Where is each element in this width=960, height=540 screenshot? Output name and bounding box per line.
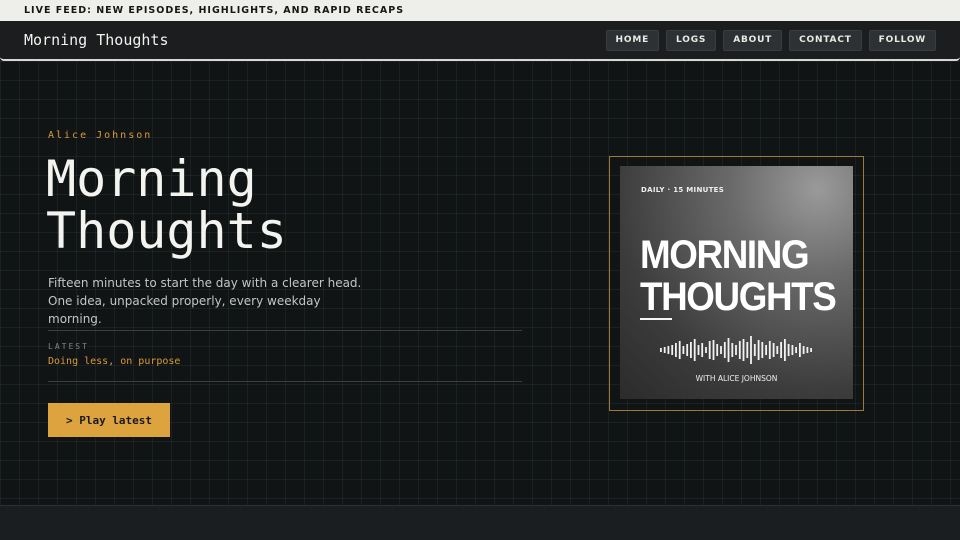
- divider: [48, 381, 522, 382]
- cover-title: MORNING THOUGHTS: [640, 233, 837, 319]
- latest-episode-link[interactable]: Doing less, on purpose: [48, 356, 180, 367]
- waveform-bar: [712, 340, 715, 360]
- site-brand[interactable]: Morning Thoughts: [24, 31, 169, 49]
- waveform-bar: [757, 340, 760, 360]
- waveform-bar: [753, 344, 756, 356]
- waveform-bar: [675, 343, 677, 357]
- footer-strip: [0, 505, 960, 540]
- waveform-bar: [806, 347, 809, 353]
- hero-section: Alice Johnson Morning Thoughts Fifteen m…: [0, 61, 960, 505]
- waveform-bar: [802, 346, 805, 354]
- cover-kicker: DAILY · 15 MINUTES: [641, 186, 725, 194]
- waveform-bar: [810, 348, 812, 352]
- waveform-bar: [697, 345, 700, 355]
- divider: [48, 330, 522, 331]
- waveform-bar: [723, 342, 726, 358]
- nav-about-button[interactable]: ABOUT: [723, 29, 783, 51]
- nav-home-button[interactable]: HOME: [605, 29, 660, 51]
- waveform-icon: [660, 336, 812, 364]
- waveform-bar: [678, 341, 681, 359]
- waveform-bar: [768, 341, 771, 359]
- waveform-bar: [735, 345, 737, 355]
- cover-title-line1: MORNING: [640, 233, 810, 277]
- main-nav: HOME LOGS ABOUT CONTACT FOLLOW: [605, 29, 936, 51]
- waveform-bar: [746, 342, 749, 358]
- nav-follow-button[interactable]: FOLLOW: [868, 29, 936, 51]
- waveform-bar: [716, 344, 719, 356]
- cover-underline: [640, 318, 672, 320]
- cover-title-line2: THOUGHTS: [640, 275, 837, 319]
- hero-description: Fifteen minutes to start the day with a …: [48, 276, 362, 326]
- waveform-bar: [708, 341, 711, 359]
- waveform-bar: [765, 345, 767, 355]
- waveform-bar: [795, 347, 797, 353]
- waveform-bar: [784, 339, 786, 361]
- waveform-bar: [663, 347, 666, 353]
- waveform-bar: [701, 343, 704, 357]
- waveform-bar: [693, 339, 696, 361]
- waveform-bar: [682, 346, 685, 354]
- waveform-bar: [705, 347, 707, 353]
- waveform-bar: [667, 346, 670, 354]
- live-feed-ticker: LIVE FEED: NEW EPISODES, HIGHLIGHTS, AND…: [0, 0, 960, 21]
- hero-title-line1: Morning: [46, 150, 257, 208]
- waveform-bar: [761, 342, 764, 358]
- waveform-bar: [787, 344, 790, 356]
- hero-title: Morning Thoughts: [46, 153, 466, 257]
- waveform-bar: [791, 345, 794, 355]
- waveform-bar: [776, 346, 779, 354]
- play-latest-button[interactable]: > Play latest: [48, 403, 170, 437]
- nav-logs-button[interactable]: LOGS: [666, 29, 717, 51]
- waveform-bar: [660, 348, 662, 352]
- waveform-bar: [772, 343, 775, 357]
- waveform-bar: [731, 343, 734, 357]
- waveform-bar: [686, 344, 689, 356]
- waveform-bar: [750, 336, 752, 364]
- site-header: Morning Thoughts HOME LOGS ABOUT CONTACT…: [0, 21, 960, 61]
- hero-title-line2: Thoughts: [46, 202, 287, 260]
- waveform-bar: [799, 343, 801, 357]
- host-name: Alice Johnson: [48, 130, 153, 141]
- waveform-bar: [727, 338, 730, 362]
- waveform-bar: [720, 346, 722, 354]
- podcast-cover-art: DAILY · 15 MINUTES MORNING THOUGHTS WITH…: [620, 166, 853, 399]
- waveform-bar: [742, 339, 745, 361]
- waveform-bar: [690, 342, 692, 358]
- latest-label: LATEST: [48, 342, 89, 351]
- cover-byline: WITH ALICE JOHNSON: [695, 374, 778, 383]
- waveform-bar: [671, 345, 674, 355]
- nav-contact-button[interactable]: CONTACT: [789, 29, 862, 51]
- waveform-bar: [738, 341, 741, 359]
- waveform-bar: [780, 342, 782, 358]
- ticker-text: LIVE FEED: NEW EPISODES, HIGHLIGHTS, AND…: [24, 5, 405, 16]
